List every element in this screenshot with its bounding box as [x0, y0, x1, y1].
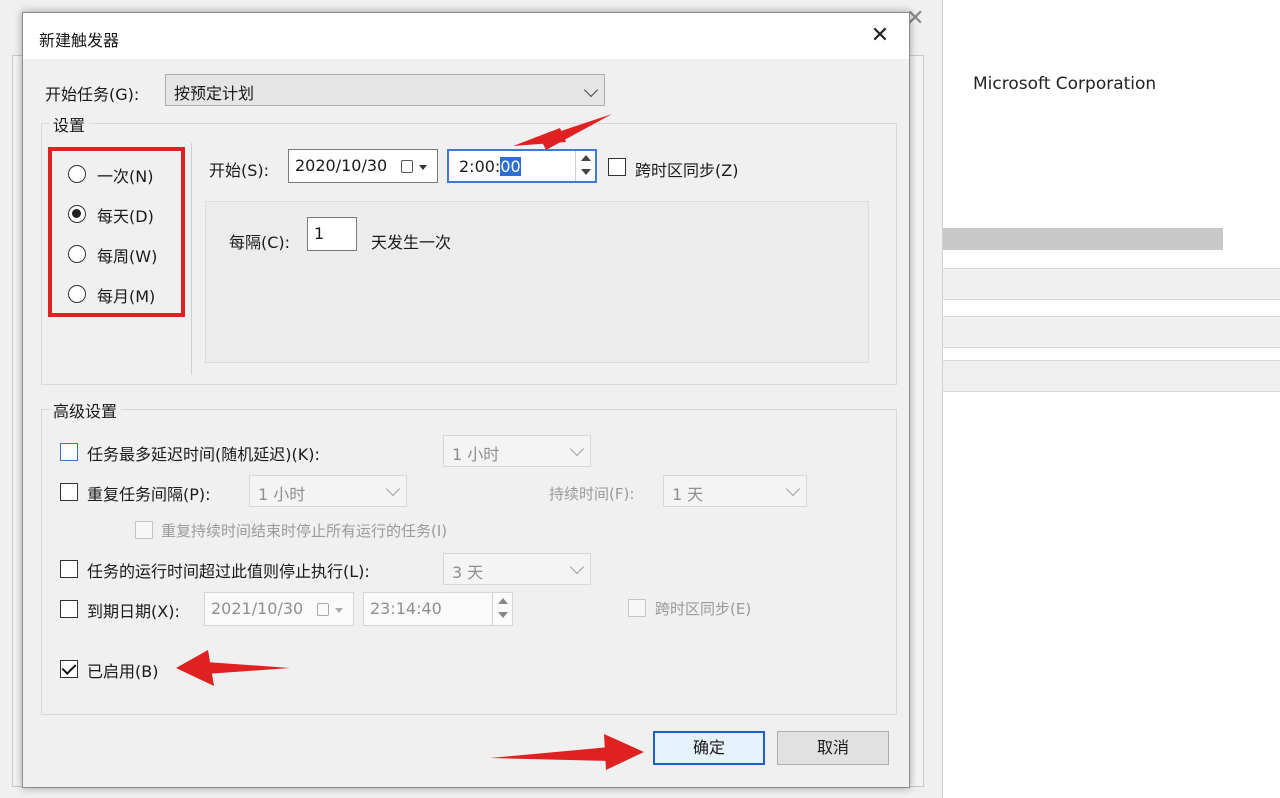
arrow-head-icon — [604, 734, 644, 770]
arrow-to-ok-icon — [490, 747, 610, 761]
annotation-arrows — [176, 114, 644, 770]
arrow-to-enabled-icon — [206, 662, 290, 674]
arrow-head-icon — [176, 650, 214, 686]
